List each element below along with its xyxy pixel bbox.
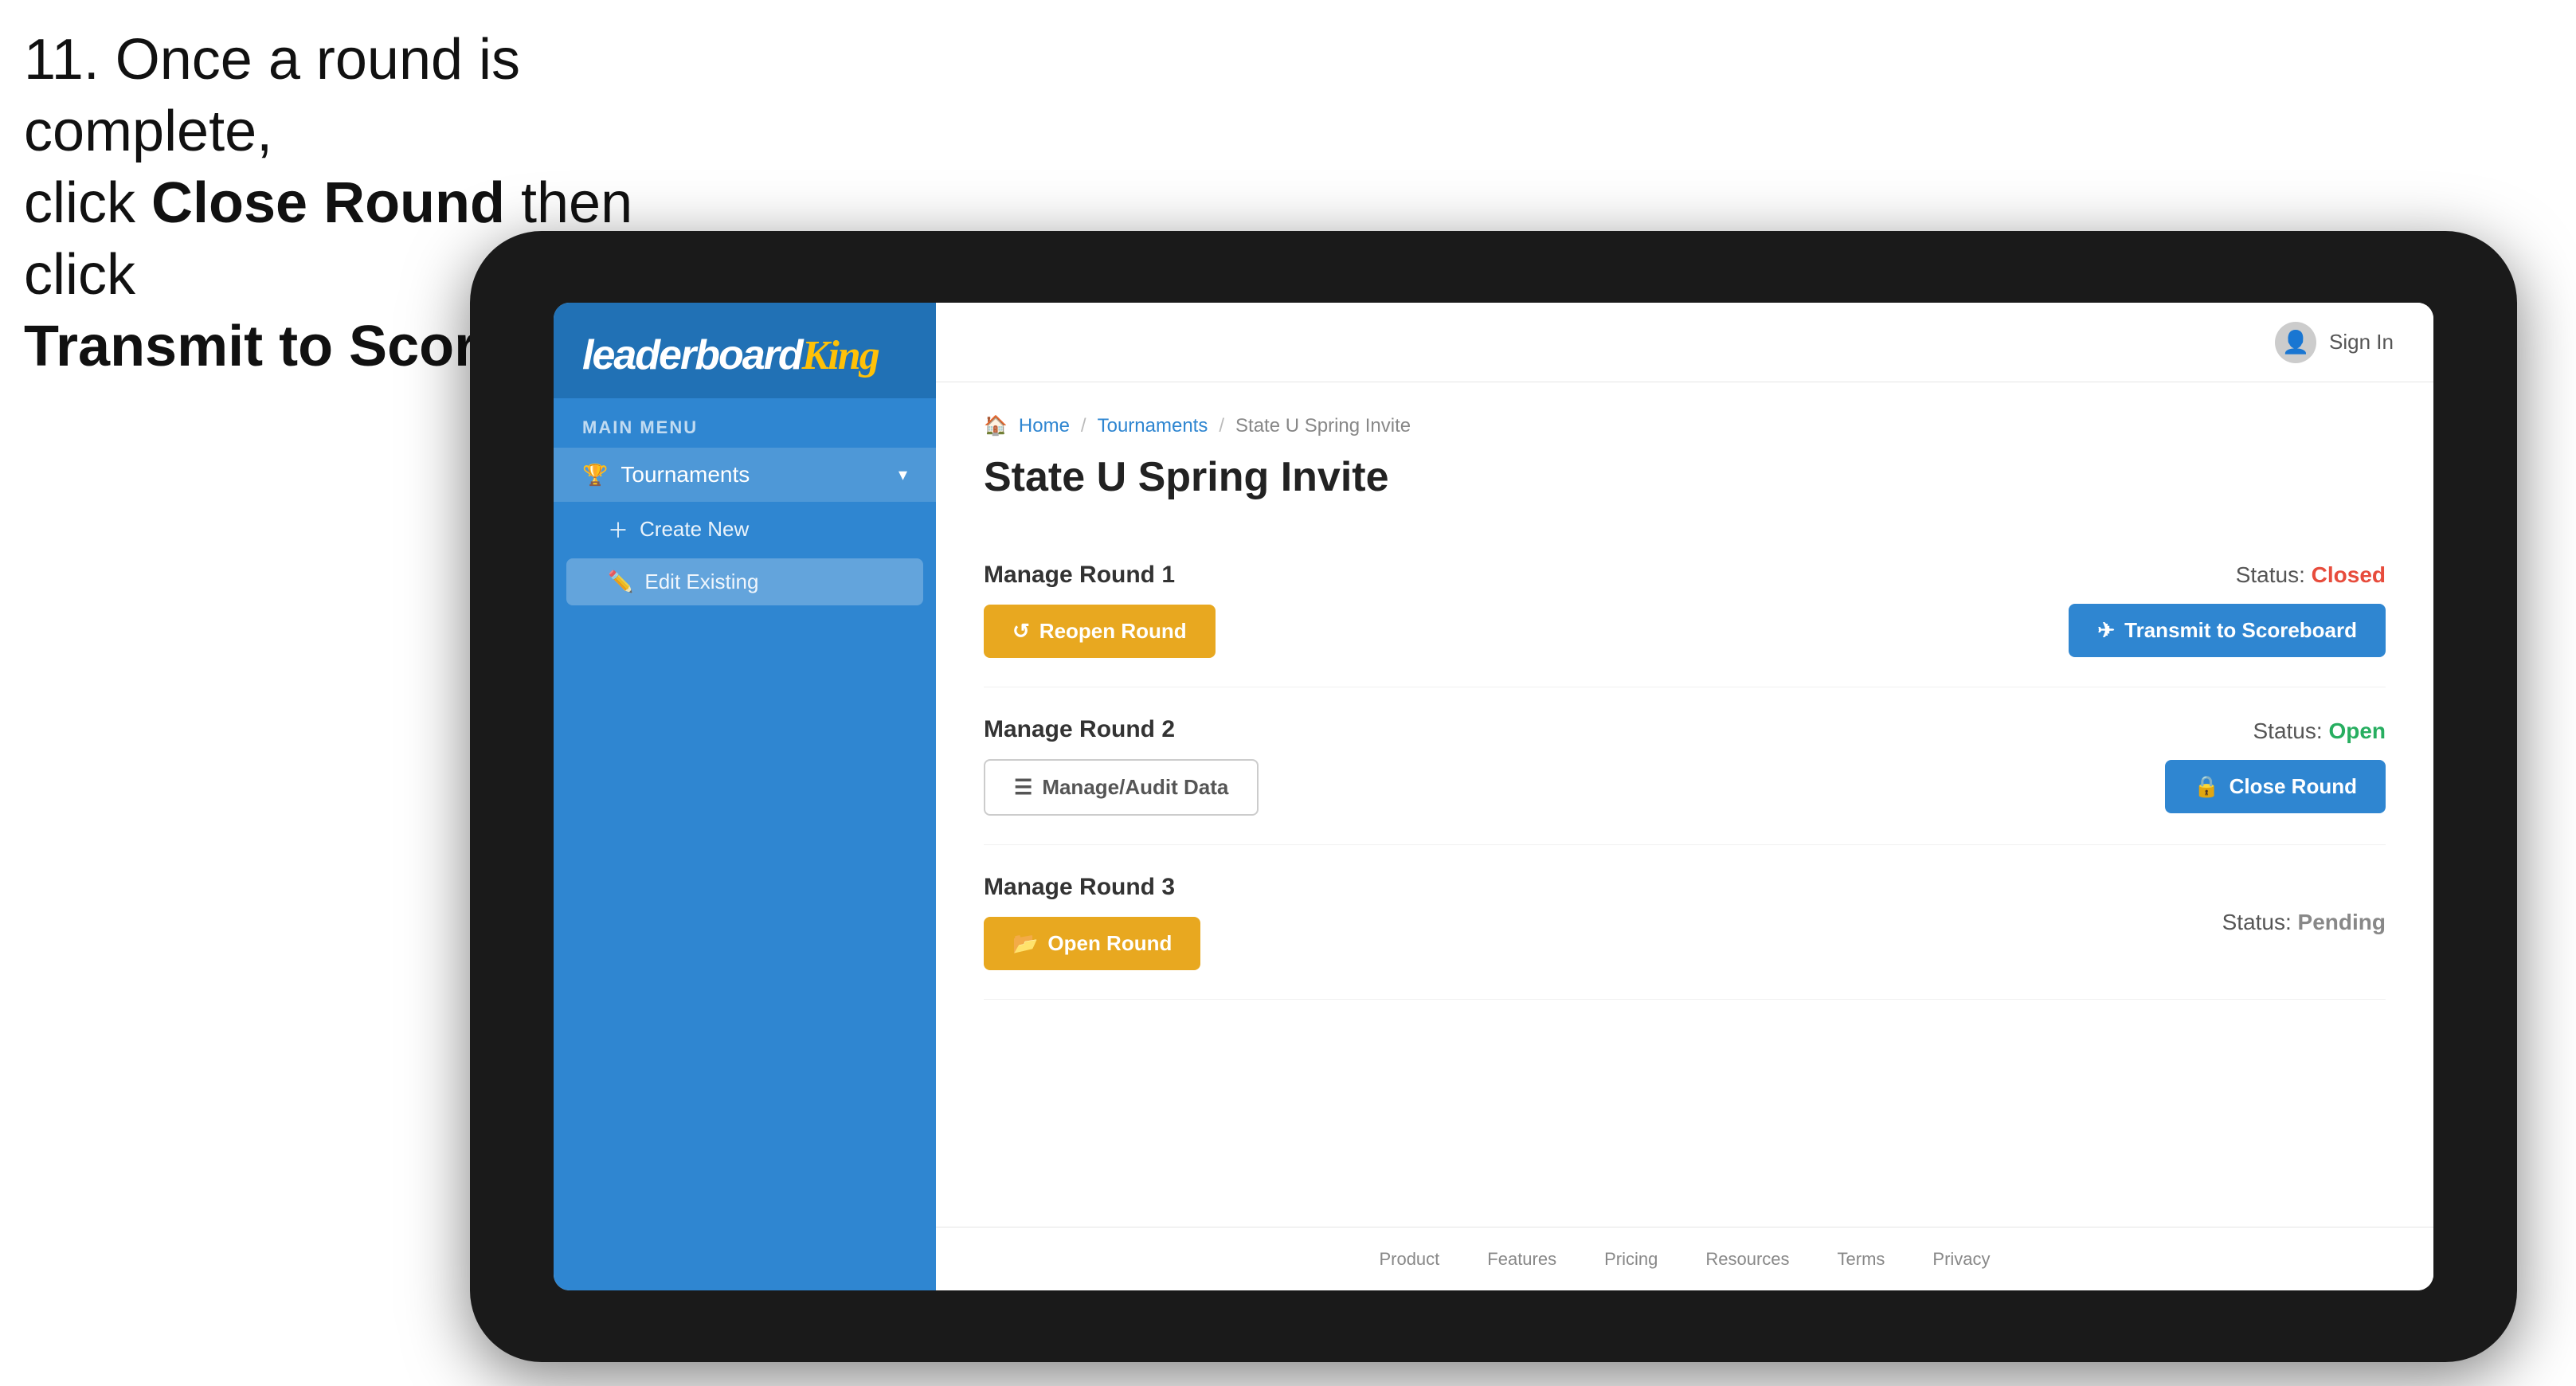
footer-features[interactable]: Features [1487,1249,1556,1270]
reopen-round-label: Reopen Round [1039,619,1187,644]
open-round-label: Open Round [1047,931,1172,956]
close-round-label: Close Round [2230,774,2357,799]
avatar: 👤 [2275,322,2316,363]
transmit-label: Transmit to Scoreboard [2124,618,2357,643]
sidebar-edit-existing[interactable]: ✏️ Edit Existing [566,558,923,605]
logo-highlight: King [802,333,879,378]
round-2-section: Manage Round 2 ☰ Manage/Audit Data Statu… [984,687,2386,845]
instruction-line2-prefix: click [24,171,151,235]
round-1-left: Manage Round 1 ↺ Reopen Round [984,562,1216,658]
transmit-to-scoreboard-button[interactable]: ✈ Transmit to Scoreboard [2069,604,2386,657]
breadcrumb-current: State U Spring Invite [1235,415,1411,437]
round-2-status: Status: Open [2253,718,2386,744]
edit-icon: ✏️ [608,570,633,594]
lock-icon: 🔒 [2194,774,2219,799]
footer-terms[interactable]: Terms [1838,1249,1885,1270]
sidebar: leaderboardKing MAIN MENU 🏆 Tournaments … [554,303,936,1290]
footer-product[interactable]: Product [1379,1249,1439,1270]
edit-existing-label: Edit Existing [644,570,758,594]
folder-icon: 📂 [1012,931,1038,956]
breadcrumb-home-link[interactable]: Home [1019,415,1070,437]
chevron-down-icon: ▾ [898,464,907,485]
round-2-right: Status: Open 🔒 Close Round [2165,718,2386,813]
main-menu-label: MAIN MENU [554,398,936,448]
footer-resources[interactable]: Resources [1705,1249,1789,1270]
footer-pricing[interactable]: Pricing [1604,1249,1658,1270]
plus-icon: ＋ [608,515,628,544]
round-2-status-value: Open [2328,718,2386,743]
round-3-right: Status: Pending [2222,910,2386,935]
breadcrumb-tournaments-link[interactable]: Tournaments [1098,415,1208,437]
manage-audit-label: Manage/Audit Data [1042,775,1228,800]
app-logo: leaderboardKing [582,331,907,379]
sidebar-create-new[interactable]: ＋ Create New [554,502,936,557]
round-3-left: Manage Round 3 📂 Open Round [984,874,1200,970]
tablet-device: leaderboardKing MAIN MENU 🏆 Tournaments … [470,231,2517,1362]
audit-icon: ☰ [1014,775,1032,800]
round-1-status-value: Closed [2312,562,2386,587]
top-nav: 👤 Sign In [936,303,2433,382]
footer-privacy[interactable]: Privacy [1932,1249,1990,1270]
reopen-round-button[interactable]: ↺ Reopen Round [984,605,1216,658]
sidebar-item-tournaments[interactable]: 🏆 Tournaments ▾ [554,448,936,502]
instruction-close-round: Close Round [151,171,505,235]
round-1-section: Manage Round 1 ↺ Reopen Round Status: Cl… [984,533,2386,687]
round-3-status-value: Pending [2298,910,2386,934]
round-1-right: Status: Closed ✈ Transmit to Scoreboard [2069,562,2386,657]
round-3-section: Manage Round 3 📂 Open Round Status: Pend… [984,845,2386,1000]
sign-in-label: Sign In [2329,330,2394,354]
round-3-title: Manage Round 3 [984,874,1200,901]
instruction-line1: 11. Once a round is complete, [24,28,520,163]
manage-audit-button[interactable]: ☰ Manage/Audit Data [984,759,1259,816]
round-3-status: Status: Pending [2222,910,2386,935]
open-round-button[interactable]: 📂 Open Round [984,917,1200,970]
page-footer: Product Features Pricing Resources Terms… [936,1227,2433,1290]
sidebar-logo-area: leaderboardKing [554,303,936,398]
transmit-icon: ✈ [2097,618,2115,643]
round-2-title: Manage Round 2 [984,716,1259,743]
sidebar-tournaments-label: Tournaments [621,462,750,487]
close-round-button[interactable]: 🔒 Close Round [2165,760,2386,813]
main-content: 👤 Sign In 🏠 Home / Tournaments / State U… [936,303,2433,1290]
round-2-left: Manage Round 2 ☰ Manage/Audit Data [984,716,1259,816]
sign-in-area[interactable]: 👤 Sign In [2275,322,2394,363]
reopen-icon: ↺ [1012,619,1030,644]
breadcrumb: 🏠 Home / Tournaments / State U Spring In… [984,414,2386,437]
round-1-status: Status: Closed [2236,562,2386,588]
create-new-label: Create New [640,517,749,542]
tablet-screen: leaderboardKing MAIN MENU 🏆 Tournaments … [554,303,2433,1290]
page-title: State U Spring Invite [984,453,2386,501]
trophy-icon: 🏆 [582,463,608,487]
breadcrumb-home-icon: 🏠 [984,414,1008,437]
round-1-title: Manage Round 1 [984,562,1216,589]
page-body: 🏠 Home / Tournaments / State U Spring In… [936,382,2433,1227]
